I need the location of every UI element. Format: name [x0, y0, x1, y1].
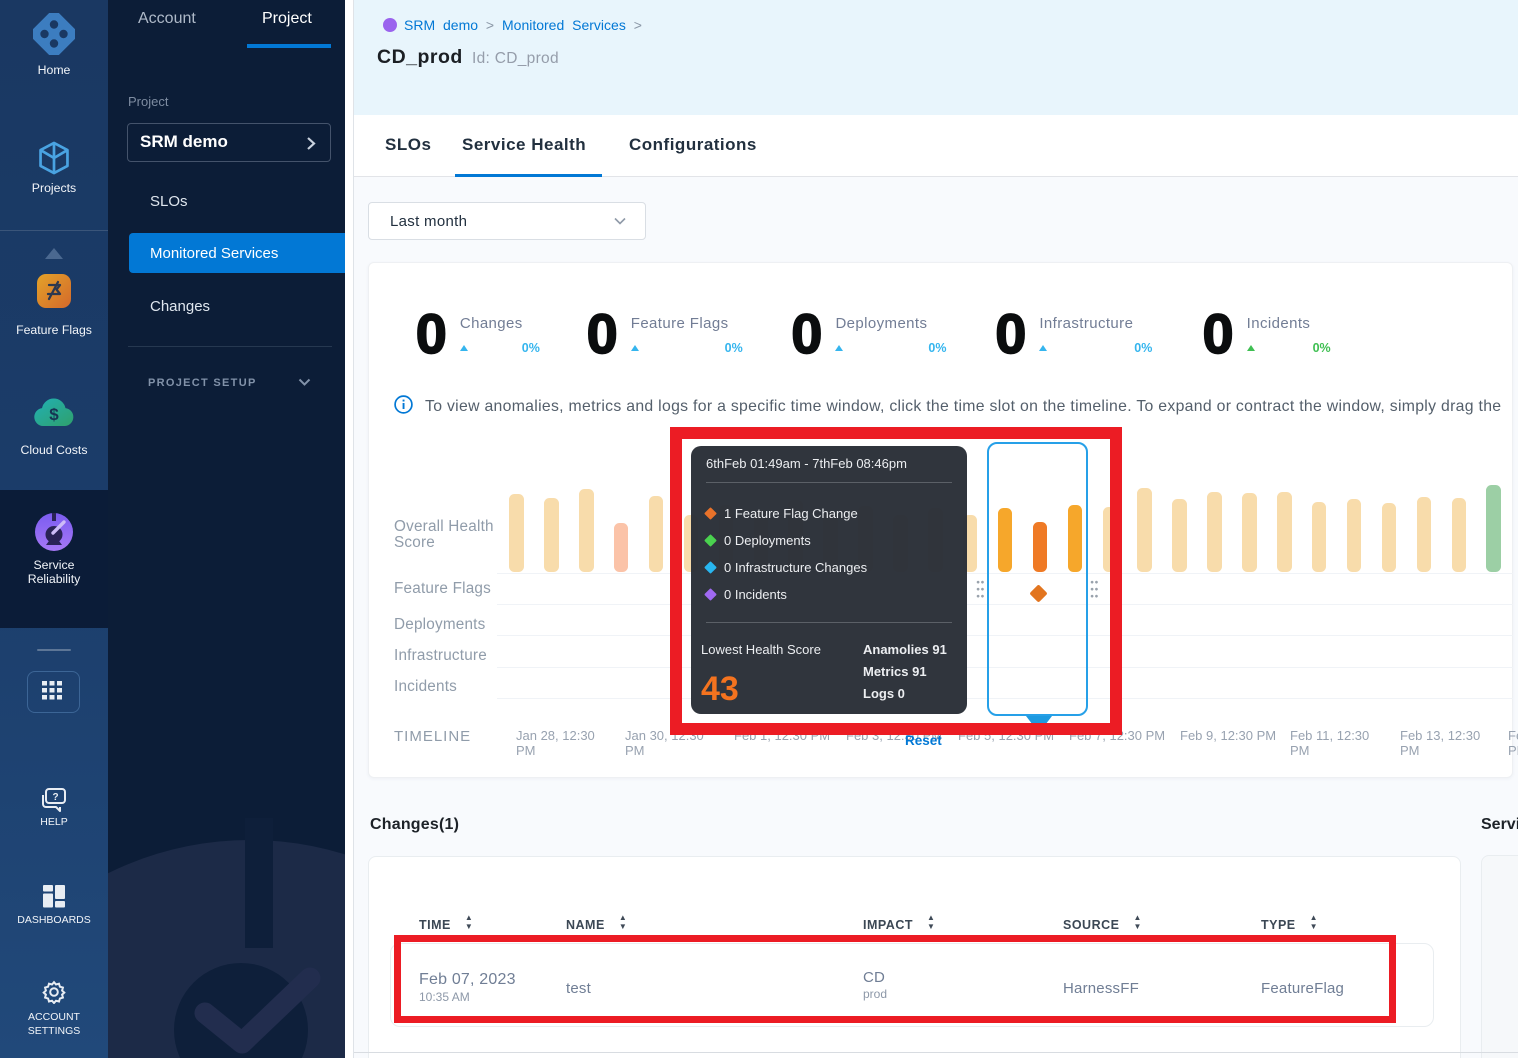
svg-text:?: ?	[52, 792, 58, 803]
svg-text:$: $	[49, 405, 59, 424]
